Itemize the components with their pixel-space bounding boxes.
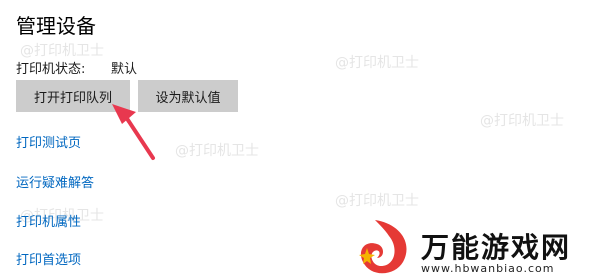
print-test-page-link[interactable]: 打印测试页: [16, 132, 81, 151]
watermark-text: @打印机卫士: [20, 43, 104, 59]
brand-logo-icon: [359, 220, 407, 274]
printing-preferences-link[interactable]: 打印首选项: [16, 249, 81, 268]
brand-name: 万能游戏网: [421, 231, 572, 264]
printer-status-row: 打印机状态: 默认: [16, 58, 137, 77]
printer-properties-link[interactable]: 打印机属性: [16, 211, 81, 230]
page-title: 管理设备: [16, 14, 96, 38]
watermark-text: @打印机卫士: [175, 143, 259, 159]
run-troubleshooter-link[interactable]: 运行疑难解答: [16, 172, 94, 191]
watermark-text: @打印机卫士: [335, 193, 419, 209]
brand-watermark: 万能游戏网 www.hbwanbiao.com: [355, 218, 595, 278]
set-as-default-button[interactable]: 设为默认值: [138, 80, 238, 112]
brand-url: www.hbwanbiao.com: [421, 262, 555, 275]
open-print-queue-button[interactable]: 打开打印队列: [16, 80, 130, 112]
printer-status-value: 默认: [111, 62, 138, 77]
watermark-text: @打印机卫士: [335, 55, 419, 71]
watermark-text: @打印机卫士: [480, 113, 564, 129]
printer-status-label: 打印机状态:: [16, 62, 86, 77]
